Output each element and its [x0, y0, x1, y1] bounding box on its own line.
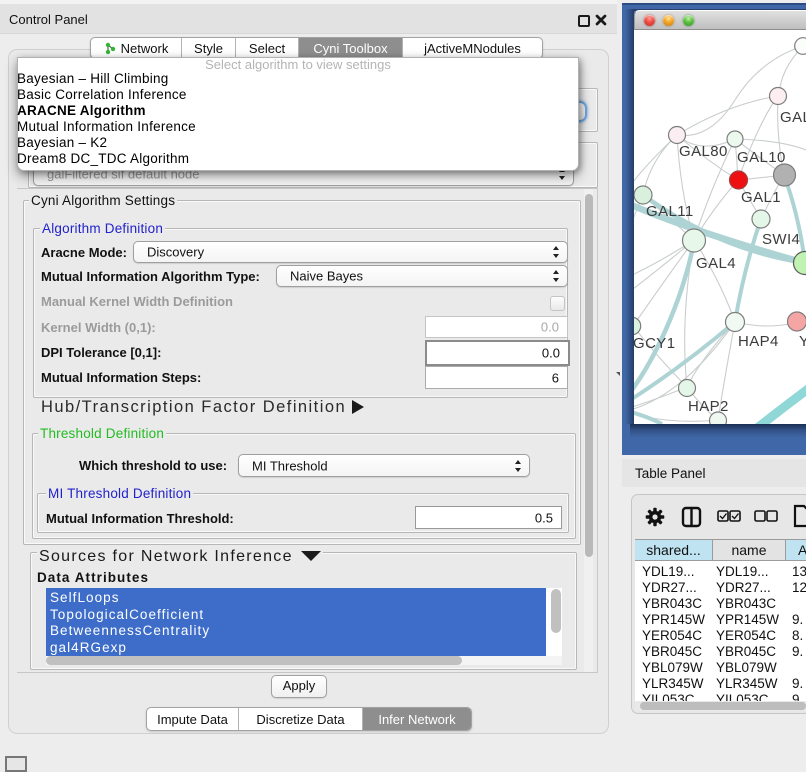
svg-text:Y: Y — [799, 333, 806, 350]
svg-text:GAL10: GAL10 — [737, 149, 786, 166]
svg-text:GAL4: GAL4 — [696, 255, 736, 272]
svg-text:SWI4: SWI4 — [762, 231, 800, 248]
svg-text:GAL: GAL — [780, 109, 806, 126]
svg-text:GCY1: GCY1 — [634, 335, 675, 352]
svg-text:GAL80: GAL80 — [679, 143, 728, 160]
svg-text:GAL1: GAL1 — [741, 189, 781, 206]
svg-text:HAP2: HAP2 — [688, 398, 729, 415]
svg-text:GAL11: GAL11 — [646, 203, 694, 220]
svg-text:HAP4: HAP4 — [738, 333, 779, 350]
